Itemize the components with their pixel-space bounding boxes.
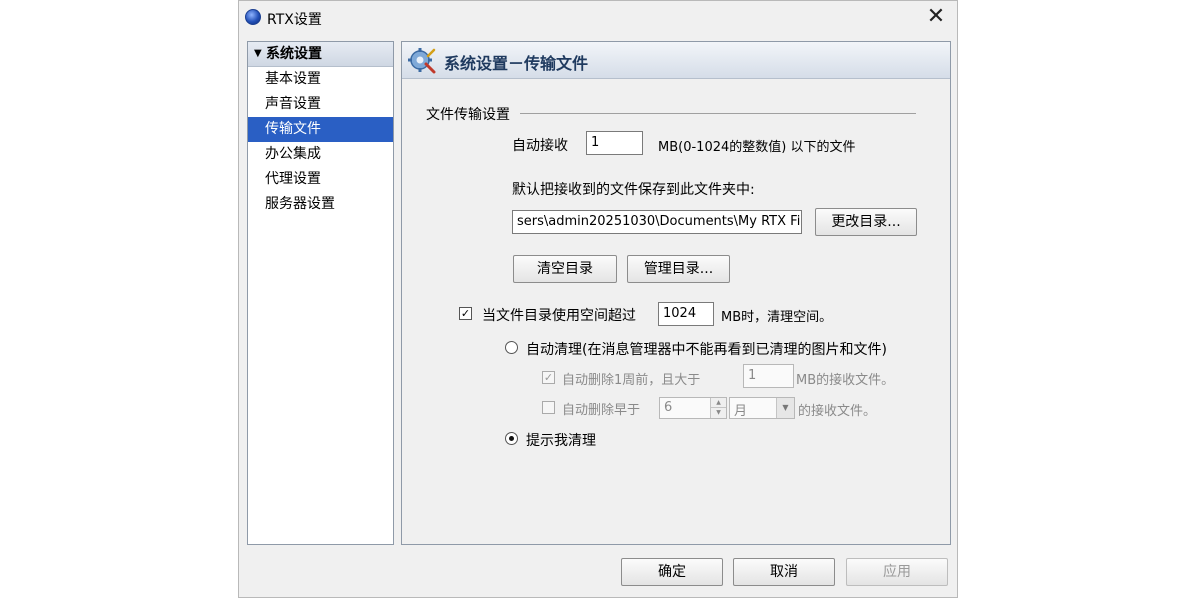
space-limit-checkbox[interactable]: ✓ [459,307,472,320]
rtx-app-icon [245,9,261,25]
auto-delete-older-label: 自动删除早于 [562,403,641,418]
auto-receive-size-input[interactable]: 1 [586,131,643,155]
cancel-button[interactable]: 取消 [733,558,835,586]
auto-receive-suffix: MB(0-1024的整数值) 以下的文件 [658,140,856,155]
page-title: 系统设置－传输文件 [444,54,589,73]
window-title: RTX设置 [267,12,322,28]
auto-clean-radio[interactable] [505,341,518,354]
sidebar-item-label: 服务器设置 [265,196,335,212]
period-unit-value: 月 [734,404,748,419]
sidebar-group-label: 系统设置 [266,46,322,62]
auto-delete-older-suffix: 的接收文件。 [798,404,877,419]
manage-folder-button[interactable]: 管理目录... [627,255,730,283]
months-spinner[interactable]: 6 ▲ ▼ [659,397,727,419]
sidebar-item-proxy[interactable]: 代理设置 [248,167,393,192]
sidebar-item-server[interactable]: 服务器设置 [248,192,393,217]
group-divider [520,113,916,114]
sidebar-group-system-settings[interactable]: ▼ 系统设置 [248,42,393,67]
settings-content-panel: 系统设置－传输文件 文件传输设置 自动接收 1 MB(0-1024的整数值) 以… [401,41,951,545]
chevron-down-icon[interactable]: ▼ [776,398,794,418]
ok-button[interactable]: 确定 [621,558,723,586]
prompt-clean-label: 提示我清理 [526,433,596,449]
spin-down-icon[interactable]: ▼ [711,408,726,418]
sidebar-item-label: 办公集成 [265,146,321,162]
prompt-clean-radio[interactable] [505,432,518,445]
sidebar-item-label: 基本设置 [265,71,321,87]
auto-clean-label: 自动清理(在消息管理器中不能再看到已清理的图片和文件) [526,342,887,358]
auto-delete-older-checkbox[interactable] [542,401,555,414]
title-bar: RTX设置 ✕ [239,1,957,35]
auto-receive-label: 自动接收 [512,138,568,154]
settings-nav-tree: ▼ 系统设置 基本设置 声音设置 传输文件 办公集成 代理设置 服务器设置 [247,41,394,545]
sidebar-item-office-integration[interactable]: 办公集成 [248,142,393,167]
collapse-arrow-icon[interactable]: ▼ [254,42,262,66]
change-folder-button[interactable]: 更改目录... [815,208,917,236]
months-spinner-value: 6 [664,400,673,415]
auto-delete-week-label: 自动删除1周前，且大于 [562,373,701,388]
settings-window: RTX设置 ✕ ▼ 系统设置 基本设置 声音设置 传输文件 办公集成 代理设置 … [238,0,958,598]
default-folder-label: 默认把接收到的文件保存到此文件夹中: [512,182,755,198]
sidebar-item-sound[interactable]: 声音设置 [248,92,393,117]
sidebar-item-label: 传输文件 [265,121,321,137]
group-title-file-transfer: 文件传输设置 [426,107,510,123]
space-limit-suffix: MB时，清理空间。 [721,310,833,325]
apply-button[interactable]: 应用 [846,558,948,586]
space-limit-input[interactable]: 1024 [658,302,714,326]
sidebar-item-basic[interactable]: 基本设置 [248,67,393,92]
radio-selected-dot [509,436,514,441]
sidebar-item-file-transfer[interactable]: 传输文件 [248,117,393,142]
auto-delete-week-checkbox[interactable]: ✓ [542,371,555,384]
period-unit-dropdown[interactable]: 月 ▼ [729,397,795,419]
clear-folder-button[interactable]: 清空目录 [513,255,617,283]
auto-delete-size-input[interactable]: 1 [743,364,794,388]
content-header: 系统设置－传输文件 [402,42,950,79]
sidebar-item-label: 声音设置 [265,96,321,112]
spin-up-icon[interactable]: ▲ [711,398,726,408]
spinner-buttons: ▲ ▼ [710,398,726,418]
close-button[interactable]: ✕ [921,5,951,31]
download-folder-path-input[interactable]: sers\admin20251030\Documents\My RTX File… [512,210,802,234]
auto-delete-week-suffix: MB的接收文件。 [796,373,895,388]
space-limit-label: 当文件目录使用空间超过 [482,308,636,324]
sidebar-item-label: 代理设置 [265,171,321,187]
settings-gear-icon [408,48,436,74]
